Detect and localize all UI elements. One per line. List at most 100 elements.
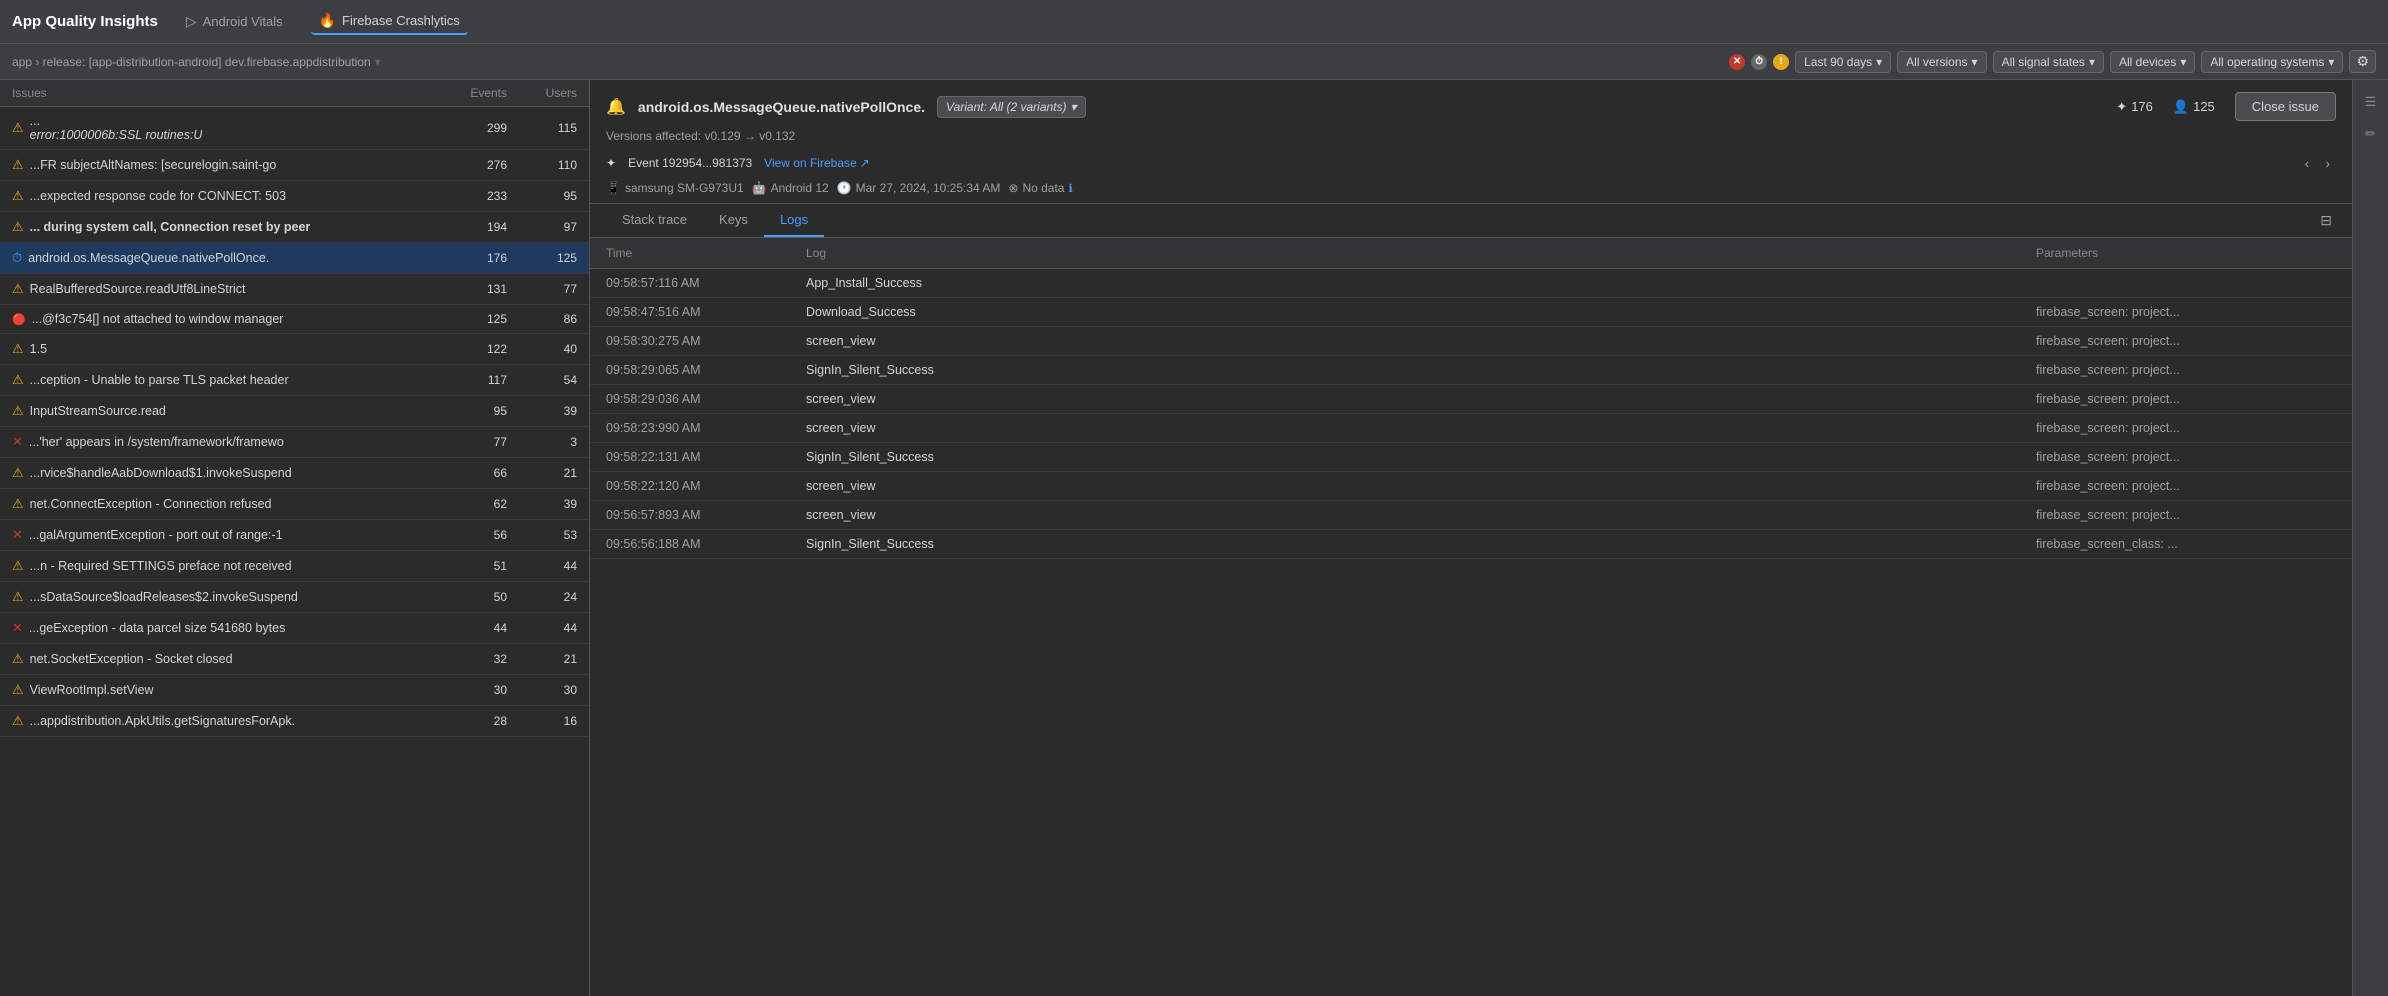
issue-text: ... during system call, Connection reset… bbox=[30, 220, 311, 234]
issue-events: 28 bbox=[427, 714, 507, 728]
users-count: 125 bbox=[2193, 99, 2215, 114]
details-panel-button[interactable]: ☰ bbox=[2357, 88, 2385, 116]
log-name: App_Install_Success bbox=[806, 276, 2036, 290]
issue-row[interactable]: ✕ ...galArgumentException - port out of … bbox=[0, 520, 589, 551]
notes-panel-button[interactable]: ✏ bbox=[2357, 120, 2385, 148]
close-issue-button[interactable]: Close issue bbox=[2235, 92, 2336, 121]
filter-days[interactable]: Last 90 days ▾ bbox=[1795, 51, 1891, 73]
filter-versions[interactable]: All versions ▾ bbox=[1897, 51, 1986, 73]
filter-signal-states[interactable]: All signal states ▾ bbox=[1993, 51, 2104, 73]
filter-os-chevron: ▾ bbox=[2328, 55, 2334, 69]
error-icon: ✕ bbox=[12, 434, 23, 450]
filter-os[interactable]: All operating systems ▾ bbox=[2201, 51, 2343, 73]
log-row[interactable]: 09:58:22:120 AM screen_view firebase_scr… bbox=[590, 472, 2352, 501]
issue-text: ...FR subjectAltNames: [securelogin.sain… bbox=[30, 158, 277, 172]
tab-logs[interactable]: Logs bbox=[764, 204, 824, 237]
issue-row[interactable]: ⚠ net.SocketException - Socket closed 32… bbox=[0, 644, 589, 675]
top-bar: App Quality Insights ▷ Android Vitals 🔥 … bbox=[0, 0, 2388, 44]
log-row[interactable]: 09:58:30:275 AM screen_view firebase_scr… bbox=[590, 327, 2352, 356]
issue-title: ⚠ ...appdistribution.ApkUtils.getSignatu… bbox=[12, 713, 427, 729]
info-icon: ℹ bbox=[1068, 182, 1072, 195]
issue-row[interactable]: ⚠ InputStreamSource.read 95 39 bbox=[0, 396, 589, 427]
issue-events: 66 bbox=[427, 466, 507, 480]
warning-icon: ⚠ bbox=[12, 341, 24, 357]
log-row[interactable]: 09:58:47:516 AM Download_Success firebas… bbox=[590, 298, 2352, 327]
issue-text: net.ConnectException - Connection refuse… bbox=[30, 497, 272, 511]
variant-selector[interactable]: Variant: All (2 variants) ▾ bbox=[937, 96, 1086, 118]
issue-users: 44 bbox=[507, 559, 577, 573]
log-params: firebase_screen: project... bbox=[2036, 305, 2336, 319]
issue-row[interactable]: ⚠ ...n - Required SETTINGS preface not r… bbox=[0, 551, 589, 582]
issue-title: ⚠ ...ception - Unable to parse TLS packe… bbox=[12, 372, 427, 388]
issue-row[interactable]: 🔴 ...@f3c754[] not attached to window ma… bbox=[0, 305, 589, 334]
users-column-header: Users bbox=[507, 86, 577, 100]
log-row[interactable]: 09:56:56:188 AM SignIn_Silent_Success fi… bbox=[590, 530, 2352, 559]
log-params: firebase_screen: project... bbox=[2036, 421, 2336, 435]
event-label: Event 192954...981373 bbox=[628, 156, 752, 170]
issue-text: ...sDataSource$loadReleases$2.invokeSusp… bbox=[30, 590, 298, 604]
error-icon: ✕ bbox=[12, 620, 23, 636]
tab-keys[interactable]: Keys bbox=[703, 204, 764, 237]
os-info: 🤖 Android 12 bbox=[752, 181, 829, 195]
issue-row[interactable]: ⚠ ViewRootImpl.setView 30 30 bbox=[0, 675, 589, 706]
issue-text: ...rvice$handleAabDownload$1.invokeSuspe… bbox=[30, 466, 292, 480]
issue-text: ...@f3c754[] not attached to window mana… bbox=[32, 312, 284, 326]
log-row[interactable]: 09:58:57:116 AM App_Install_Success bbox=[590, 269, 2352, 298]
log-row[interactable]: 09:56:57:893 AM screen_view firebase_scr… bbox=[590, 501, 2352, 530]
tab-firebase-crashlytics[interactable]: 🔥 Firebase Crashlytics bbox=[311, 8, 468, 35]
log-row[interactable]: 09:58:29:065 AM SignIn_Silent_Success fi… bbox=[590, 356, 2352, 385]
logs-table: Time Log Parameters 09:58:57:116 AM App_… bbox=[590, 238, 2352, 996]
issue-row[interactable]: ⚠ ...sDataSource$loadReleases$2.invokeSu… bbox=[0, 582, 589, 613]
issue-row[interactable]: ⚠ ...ception - Unable to parse TLS packe… bbox=[0, 365, 589, 396]
warning-icon: ⚠ bbox=[12, 465, 24, 481]
issue-row[interactable]: ⚠ 1.5 122 40 bbox=[0, 334, 589, 365]
settings-button[interactable]: ⚙ bbox=[2349, 50, 2376, 73]
issue-events: 125 bbox=[427, 312, 507, 326]
issue-row[interactable]: ⚠ ...rvice$handleAabDownload$1.invokeSus… bbox=[0, 458, 589, 489]
os-version: Android 12 bbox=[771, 181, 829, 195]
filter-devices[interactable]: All devices ▾ bbox=[2110, 51, 2195, 73]
log-name: SignIn_Silent_Success bbox=[806, 363, 2036, 377]
issue-users: 95 bbox=[507, 189, 577, 203]
events-count: 176 bbox=[2131, 99, 2153, 114]
issue-row[interactable]: ✕ ...geException - data parcel size 5416… bbox=[0, 613, 589, 644]
issue-title: ✕ ...geException - data parcel size 5416… bbox=[12, 620, 427, 636]
breadcrumb: app › release: [app-distribution-android… bbox=[12, 55, 1721, 69]
device-info: 📱 samsung SM-G973U1 bbox=[606, 181, 744, 195]
events-column-header: Events bbox=[427, 86, 507, 100]
issue-title: ⚠ InputStreamSource.read bbox=[12, 403, 427, 419]
view-on-firebase-link[interactable]: View on Firebase ↗ bbox=[764, 156, 870, 170]
firebase-icon: 🔥 bbox=[319, 12, 336, 29]
external-link-icon: ↗ bbox=[860, 156, 870, 170]
log-row[interactable]: 09:58:23:990 AM screen_view firebase_scr… bbox=[590, 414, 2352, 443]
versions-text: Versions affected: v0.129 → v0.132 bbox=[606, 129, 795, 143]
issue-events: 32 bbox=[427, 652, 507, 666]
logs-filter-button[interactable]: ⊟ bbox=[2316, 208, 2336, 233]
log-params: firebase_screen: project... bbox=[2036, 450, 2336, 464]
log-time: 09:58:47:516 AM bbox=[606, 305, 806, 319]
issue-row[interactable]: ⚠ ...appdistribution.ApkUtils.getSignatu… bbox=[0, 706, 589, 737]
nodata-icon: ⊗ bbox=[1008, 181, 1018, 195]
prev-event-button[interactable]: ‹ bbox=[2299, 153, 2316, 173]
log-row[interactable]: 09:58:22:131 AM SignIn_Silent_Success fi… bbox=[590, 443, 2352, 472]
issue-row[interactable]: ⏱ android.os.MessageQueue.nativePollOnce… bbox=[0, 243, 589, 274]
issue-row[interactable]: ⚠ ... during system call, Connection res… bbox=[0, 212, 589, 243]
tab-stack-trace[interactable]: Stack trace bbox=[606, 204, 703, 237]
versions-affected: Versions affected: v0.129 → v0.132 bbox=[606, 129, 2336, 143]
log-row[interactable]: 09:58:29:036 AM screen_view firebase_scr… bbox=[590, 385, 2352, 414]
issue-row[interactable]: ⚠ ...expected response code for CONNECT:… bbox=[0, 181, 589, 212]
params-column-header: Parameters bbox=[2036, 246, 2336, 260]
stack-trace-label: Stack trace bbox=[622, 212, 687, 227]
log-name: screen_view bbox=[806, 508, 2036, 522]
issue-row[interactable]: ⚠ ... error:1000006b:SSL routines:U 299 … bbox=[0, 107, 589, 150]
breadcrumb-text: app › release: [app-distribution-android… bbox=[12, 55, 371, 69]
next-event-button[interactable]: › bbox=[2319, 153, 2336, 173]
issue-row[interactable]: ⚠ RealBufferedSource.readUtf8LineStrict … bbox=[0, 274, 589, 305]
issue-row[interactable]: ✕ ...'her' appears in /system/framework/… bbox=[0, 427, 589, 458]
issue-row[interactable]: ⚠ ...FR subjectAltNames: [securelogin.sa… bbox=[0, 150, 589, 181]
issue-events: 62 bbox=[427, 497, 507, 511]
tab-android-vitals[interactable]: ▷ Android Vitals bbox=[178, 9, 291, 34]
breadcrumb-chevron[interactable]: ▾ bbox=[375, 55, 381, 69]
log-name: screen_view bbox=[806, 334, 2036, 348]
issue-row[interactable]: ⚠ net.ConnectException - Connection refu… bbox=[0, 489, 589, 520]
